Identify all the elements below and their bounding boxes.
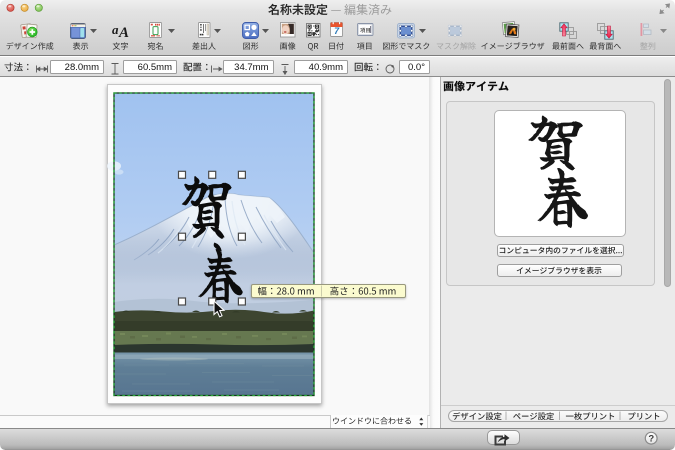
svg-text:A: A — [118, 25, 129, 41]
svg-text:a: a — [112, 22, 119, 37]
svg-text:?: ? — [648, 433, 654, 444]
